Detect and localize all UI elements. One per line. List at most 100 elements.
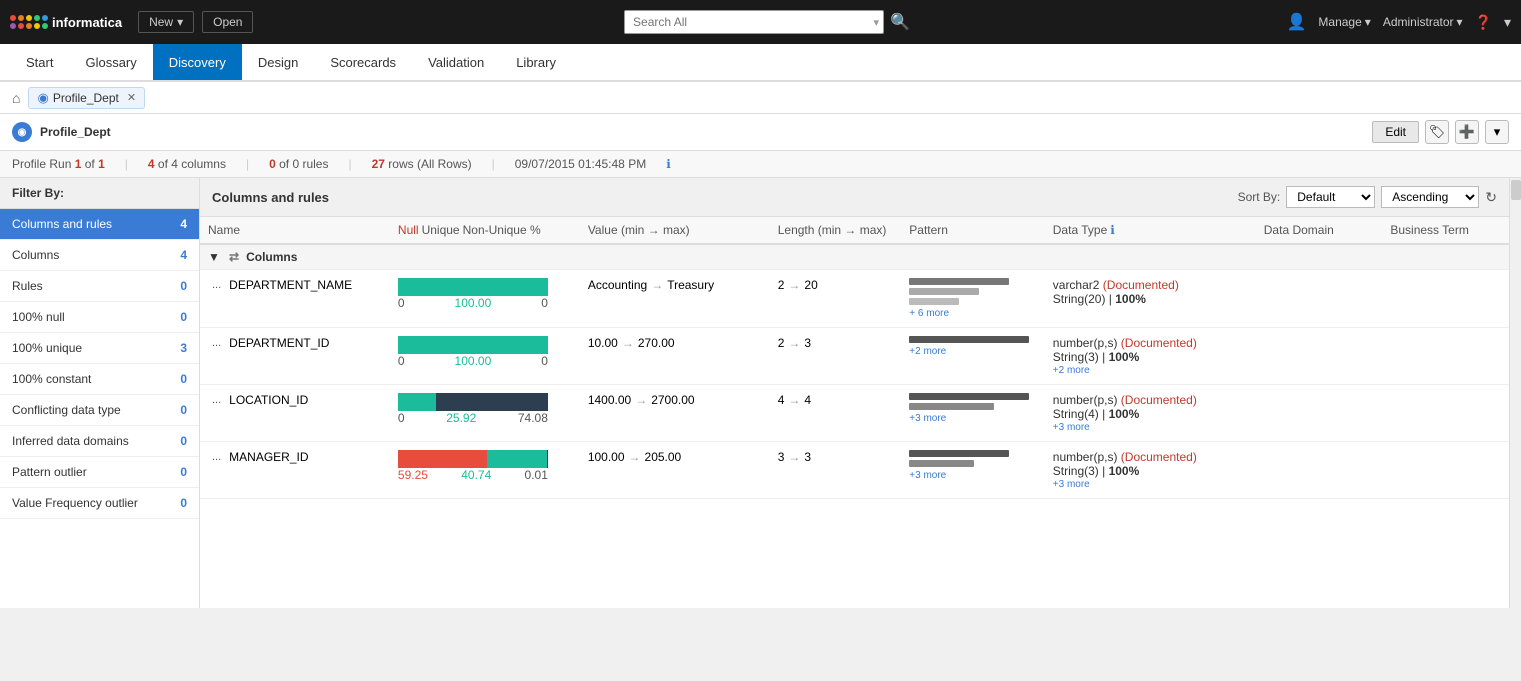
bar-chart	[398, 450, 548, 468]
tab-design[interactable]: Design	[242, 44, 314, 80]
more-link[interactable]: +3 more	[1053, 479, 1090, 490]
col-length-cell: 2 → 3	[770, 328, 902, 385]
val-max: 2700.00	[651, 393, 694, 407]
add-icon[interactable]: ➕	[1455, 120, 1479, 144]
sidebar-item-columns-and-rules[interactable]: Columns and rules 4	[0, 209, 199, 240]
nonunique-label: Non-Unique %	[463, 223, 541, 237]
row-menu-button[interactable]: ...	[208, 394, 225, 406]
pattern-bar-3	[909, 298, 959, 305]
profile-run-total: 1	[98, 157, 105, 171]
open-button[interactable]: Open	[202, 11, 253, 33]
sidebar-item-rules[interactable]: Rules 0	[0, 271, 199, 302]
col-name-text: LOCATION_ID	[229, 393, 308, 407]
unique-bar	[487, 450, 547, 468]
tag-icon[interactable]: 🏷	[1425, 120, 1449, 144]
tab-start[interactable]: Start	[10, 44, 69, 80]
home-icon[interactable]: ⌂	[12, 90, 20, 106]
sidebar-item-conflicting-data-type[interactable]: Conflicting data type 0	[0, 395, 199, 426]
nonunique-val: 74.08	[518, 411, 548, 425]
search-dropdown-icon[interactable]: ▾	[869, 16, 883, 29]
val-min: 100.00	[588, 450, 625, 464]
row-menu-button[interactable]: ...	[208, 279, 225, 291]
nonunique-val: 0	[541, 354, 548, 368]
pattern-more-link[interactable]: +2 more	[909, 346, 946, 357]
row-menu-button[interactable]: ...	[208, 337, 225, 349]
col-datatype-cell: number(p,s) (Documented) String(3) | 100…	[1045, 328, 1256, 385]
col-header-businessterm: Business Term	[1382, 217, 1509, 244]
tab-scorecards[interactable]: Scorecards	[314, 44, 412, 80]
val-max: 205.00	[645, 450, 682, 464]
length-range: 2 → 3	[778, 336, 894, 350]
chevron-down-action-icon[interactable]: ▾	[1485, 120, 1509, 144]
pattern-more-link[interactable]: +3 more	[909, 413, 946, 424]
pattern-bar-2	[909, 460, 974, 467]
rows-count: 27	[372, 157, 385, 171]
datatype-sub: String(4) | 100%	[1053, 407, 1248, 421]
pattern-more-link[interactable]: + 6 more	[909, 308, 949, 319]
col-header-length: Length (min → max)	[770, 217, 902, 244]
datatype-info-icon[interactable]: ℹ	[1110, 223, 1115, 237]
tab-discovery[interactable]: Discovery	[153, 44, 242, 80]
tab-glossary[interactable]: Glossary	[69, 44, 152, 80]
col-value-cell: 10.00 → 270.00	[580, 328, 770, 385]
nonunique-val: 0.01	[525, 468, 548, 482]
bar-labels: 0 100.00 0	[398, 354, 548, 368]
logo-text: informatica	[52, 15, 122, 30]
col-value-cell: 1400.00 → 2700.00	[580, 385, 770, 442]
arrow-icon: →	[629, 450, 641, 464]
more-link[interactable]: +2 more	[1053, 365, 1090, 376]
row-menu-button[interactable]: ...	[208, 451, 225, 463]
arrow-icon: →	[635, 393, 647, 407]
sidebar-item-value-frequency-outlier[interactable]: Value Frequency outlier 0	[0, 488, 199, 519]
more-link[interactable]: +3 more	[1053, 422, 1090, 433]
edit-button[interactable]: Edit	[1372, 121, 1419, 143]
nonunique-val: 0	[541, 296, 548, 310]
help-icon[interactable]: ❓	[1475, 14, 1492, 31]
dot	[34, 23, 40, 29]
sidebar-item-100-null[interactable]: 100% null 0	[0, 302, 199, 333]
search-button[interactable]: 🔍	[884, 12, 916, 32]
sidebar-item-label: 100% unique	[12, 341, 82, 355]
transfer-icon: ⇄	[229, 250, 239, 264]
breadcrumb-close-icon[interactable]: ✕	[127, 91, 136, 104]
info-icon[interactable]: ℹ	[666, 157, 671, 171]
sidebar-item-label: Value Frequency outlier	[12, 496, 138, 510]
sep2: |	[246, 157, 249, 171]
datatype-sub: String(20) | 100%	[1053, 292, 1248, 306]
datatype-sub: String(3) | 100%	[1053, 350, 1248, 364]
sidebar-item-100-unique[interactable]: 100% unique 3	[0, 333, 199, 364]
tab-validation[interactable]: Validation	[412, 44, 500, 80]
sort-order-select[interactable]: Ascending Descending	[1381, 186, 1479, 208]
search-input[interactable]	[625, 11, 869, 33]
more-icon[interactable]: ▾	[1504, 14, 1511, 31]
col-name-text: MANAGER_ID	[229, 450, 308, 464]
timestamp-text: 09/07/2015 01:45:48 PM	[515, 157, 646, 171]
manage-button[interactable]: Manage ▾	[1318, 15, 1370, 29]
pattern-more-link[interactable]: +3 more	[909, 470, 946, 481]
scrollbar[interactable]	[1509, 178, 1521, 608]
sort-default-select[interactable]: Default Name Data Type	[1286, 186, 1375, 208]
col-header-value: Value (min → max)	[580, 217, 770, 244]
tab-library[interactable]: Library	[500, 44, 572, 80]
main-content: Columns and rules Sort By: Default Name …	[200, 178, 1509, 608]
top-bar: informatica New ▾ Open ▾ 🔍 👤 Manage ▾ Ad…	[0, 0, 1521, 44]
refresh-button[interactable]: ↻	[1485, 189, 1497, 206]
scroll-thumb[interactable]	[1511, 180, 1521, 200]
group-label: Columns	[246, 250, 297, 264]
page-title-text: Profile_Dept	[40, 125, 111, 139]
col-datadomain-cell	[1256, 385, 1383, 442]
breadcrumb-item[interactable]: ◉ Profile_Dept ✕	[28, 87, 145, 109]
length-range: 3 → 3	[778, 450, 894, 464]
bar-labels: 59.25 40.74 0.01	[398, 468, 548, 482]
group-collapse-icon[interactable]: ▼	[208, 250, 220, 264]
new-button[interactable]: New ▾	[138, 11, 194, 33]
sidebar-item-pattern-outlier[interactable]: Pattern outlier 0	[0, 457, 199, 488]
col-name-cell: ... DEPARTMENT_NAME	[200, 270, 390, 328]
admin-button[interactable]: Administrator ▾	[1383, 15, 1463, 29]
sidebar-item-100-constant[interactable]: 100% constant 0	[0, 364, 199, 395]
sidebar-item-columns[interactable]: Columns 4	[0, 240, 199, 271]
top-right-actions: 👤 Manage ▾ Administrator ▾ ❓ ▾	[1286, 12, 1511, 32]
sidebar-item-inferred-data-domains[interactable]: Inferred data domains 0	[0, 426, 199, 457]
null-val: 0	[398, 296, 405, 310]
main-layout: Filter By: Columns and rules 4 Columns 4…	[0, 178, 1521, 608]
